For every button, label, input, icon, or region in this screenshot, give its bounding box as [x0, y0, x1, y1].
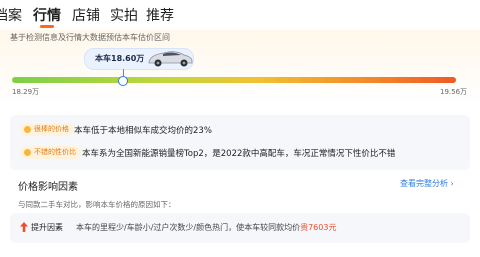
price-subtitle: 基于检测信息及行情大数据预估本车估价区间	[10, 33, 170, 42]
great-price-tag-label: 很棒的价格	[34, 125, 69, 133]
view-full-analysis-link[interactable]: 查看完整分析 ›	[400, 178, 454, 189]
factor-text: 本车的里程少/车龄小/过户次数少/颜色热门，使本车较同款均价贵7603元	[76, 222, 336, 233]
summary-text-2: 本车系为全国新能源销量榜Top2，是2022款中高配车，车况正常情况下性价比不错	[82, 149, 396, 159]
factor-amount: 贵7603元	[300, 223, 337, 232]
chevron-right-icon: ›	[450, 179, 454, 188]
value-tag-label: 不错的性价比	[34, 148, 76, 156]
tab-archive[interactable]: 档案	[0, 5, 22, 25]
view-full-analysis-label: 查看完整分析	[400, 179, 448, 188]
tab-photos[interactable]: 实拍	[110, 5, 138, 25]
car-icon	[148, 51, 193, 67]
price-marker	[118, 76, 128, 86]
factor-description: 本车的里程少/车龄小/过户次数少/颜色热门，使本车较同款均价	[76, 223, 301, 232]
range-max-label: 19.56万	[440, 88, 468, 96]
great-price-tag: 很棒的价格	[20, 123, 74, 136]
smile-icon	[24, 126, 31, 133]
arrow-up-icon	[20, 222, 28, 232]
active-tab-indicator	[40, 25, 54, 28]
range-min-label: 18.29万	[12, 88, 40, 96]
summary-text-1: 本车低于本地相似车成交均价的23%	[74, 126, 212, 136]
value-tag: 不错的性价比	[20, 146, 81, 159]
tab-recommend[interactable]: 推荐	[146, 5, 174, 25]
tab-store[interactable]: 店铺	[72, 5, 100, 25]
factors-description: 与同款二手车对比，影响本车价格的原因如下：	[18, 200, 176, 209]
current-price-label: 本车18.60万	[95, 54, 145, 63]
factor-label: 提升因素	[31, 223, 63, 232]
price-range-bar	[12, 77, 456, 83]
factors-title: 价格影响因素	[18, 182, 78, 193]
tab-market[interactable]: 行情	[33, 5, 61, 25]
smile-icon	[24, 149, 31, 156]
top-tab-bar: 档案 行情 店铺 实拍 推荐	[0, 0, 480, 30]
